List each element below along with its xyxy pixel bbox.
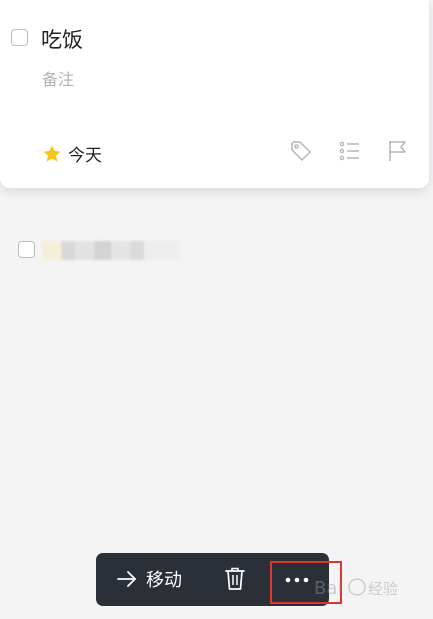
- task-detail-card: 吃饭 备注 今天: [0, 0, 429, 188]
- task-checkbox[interactable]: [11, 29, 28, 46]
- svg-text:经验: 经验: [368, 580, 398, 598]
- due-date-button[interactable]: 今天: [42, 141, 102, 166]
- flag-icon[interactable]: [386, 139, 410, 163]
- more-dots-icon[interactable]: [282, 569, 312, 591]
- star-icon: [43, 145, 61, 162]
- checklist-icon[interactable]: [338, 139, 362, 163]
- task-note-field[interactable]: 备注: [42, 66, 74, 90]
- move-button[interactable]: 移动: [116, 566, 182, 592]
- bottom-action-toolbar: 移动: [96, 553, 329, 606]
- move-button-label: 移动: [146, 570, 182, 591]
- tag-icon[interactable]: [289, 139, 313, 163]
- arrow-right-icon: [117, 571, 136, 587]
- due-date-label: 今天: [68, 146, 102, 166]
- list-item-blurred-text[interactable]: [42, 241, 180, 260]
- list-item-checkbox[interactable]: [18, 241, 35, 258]
- task-title[interactable]: 吃饭: [41, 24, 83, 54]
- trash-icon[interactable]: [223, 566, 247, 592]
